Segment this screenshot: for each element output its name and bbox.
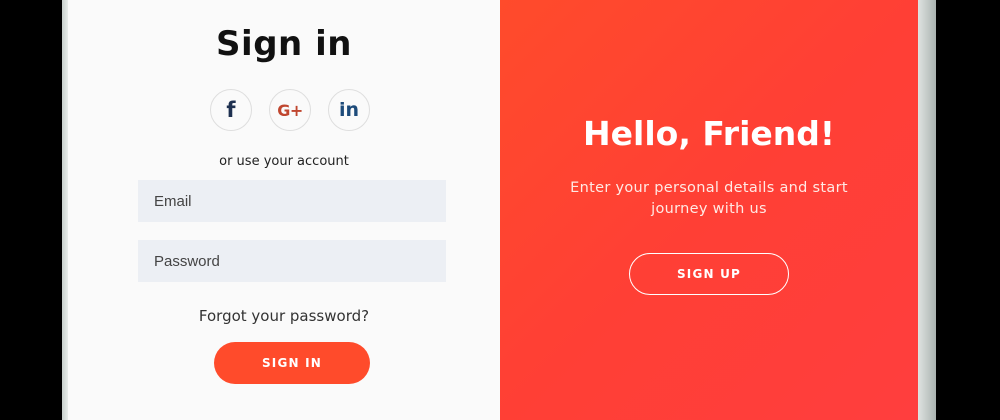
overlay-subtitle: Enter your personal details and start jo… — [570, 180, 848, 217]
alternate-login-text: or use your account — [219, 154, 349, 169]
sign-up-button[interactable]: SIGN UP — [629, 253, 789, 295]
linkedin-button[interactable]: in — [328, 89, 370, 131]
google-plus-button[interactable]: G+ — [269, 89, 311, 131]
google-plus-icon: G+ — [277, 100, 303, 120]
sign-in-panel: Sign in f G+ in or use your account Forg… — [68, 0, 500, 420]
forgot-password-link[interactable]: Forgot your password? — [68, 307, 500, 325]
social-login-row: f G+ in — [210, 89, 380, 135]
card-edge-right — [918, 0, 936, 420]
email-field[interactable] — [138, 180, 446, 222]
overlay-title: Hello, Friend! — [583, 114, 835, 153]
welcome-overlay-panel: Hello, Friend! Enter your personal detai… — [500, 0, 918, 420]
password-field[interactable] — [138, 240, 446, 282]
facebook-button[interactable]: f — [210, 89, 252, 131]
linkedin-icon: in — [338, 99, 360, 121]
facebook-icon: f — [226, 98, 236, 122]
sign-in-button[interactable]: SIGN IN — [214, 342, 370, 384]
sign-in-title: Sign in — [216, 24, 352, 64]
